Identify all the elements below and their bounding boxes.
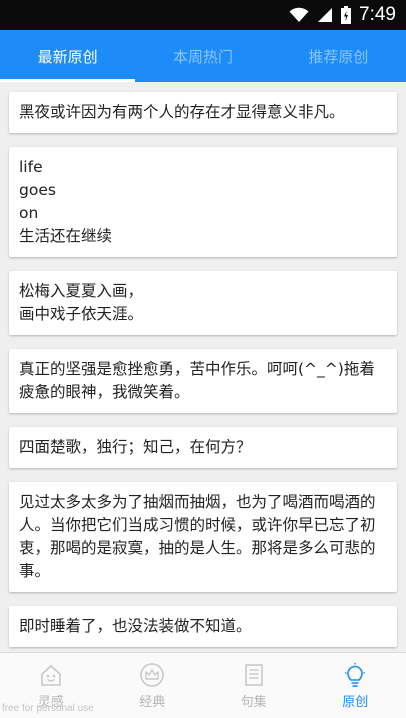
post-card[interactable]: 即时睡着了，也没法装做不知道。 <box>9 606 397 647</box>
clock-time: 7:49 <box>359 4 396 25</box>
signal-icon <box>318 8 333 22</box>
nav-label: 原创 <box>342 694 369 710</box>
top-tab-bar: 最新原创 本周热门 推荐原创 <box>0 30 406 82</box>
crown-icon <box>140 662 165 687</box>
wifi-icon <box>289 7 309 22</box>
nav-label: 句集 <box>240 694 267 710</box>
post-list[interactable]: 黑夜或许因为有两个人的存在才显得意义非凡。 life goes on 生活还在继… <box>0 82 406 652</box>
tab-label: 最新原创 <box>37 47 98 66</box>
status-bar: 7:49 <box>0 0 406 30</box>
tab-label: 本周热门 <box>172 47 233 66</box>
tab-weekly-hot[interactable]: 本周热门 <box>135 30 270 82</box>
post-card[interactable]: 四面楚歌，独行；知己，在何方？ <box>9 427 397 468</box>
post-card[interactable]: 黑夜或许因为有两个人的存在才显得意义非凡。 <box>9 92 397 133</box>
post-card[interactable]: life goes on 生活还在继续 <box>9 147 397 257</box>
tab-recommended-original[interactable]: 推荐原创 <box>271 30 406 82</box>
post-card[interactable]: 真正的坚强是愈挫愈勇，苦中作乐。呵呵(^_^)拖着疲惫的眼神，我微笑着。 <box>9 349 397 413</box>
inspiration-icon <box>40 664 61 686</box>
watermark: free for personal use <box>2 703 94 714</box>
post-card[interactable]: 松梅入夏夏入画， 画中戏子依天涯。 <box>9 271 397 335</box>
nav-sentences[interactable]: 句集 <box>203 653 305 718</box>
document-icon <box>244 663 263 686</box>
nav-original[interactable]: 原创 <box>305 653 406 718</box>
battery-icon <box>341 6 352 24</box>
nav-classic[interactable]: 经典 <box>102 653 204 718</box>
post-card[interactable]: 见过太多太多为了抽烟而抽烟，也为了喝酒而喝酒的人。当你把它们当成习惯的时候，或许… <box>9 482 397 592</box>
tab-latest-original[interactable]: 最新原创 <box>0 30 136 82</box>
nav-label: 经典 <box>139 694 166 710</box>
lightbulb-icon <box>345 662 366 687</box>
tab-label: 推荐原创 <box>308 47 369 66</box>
